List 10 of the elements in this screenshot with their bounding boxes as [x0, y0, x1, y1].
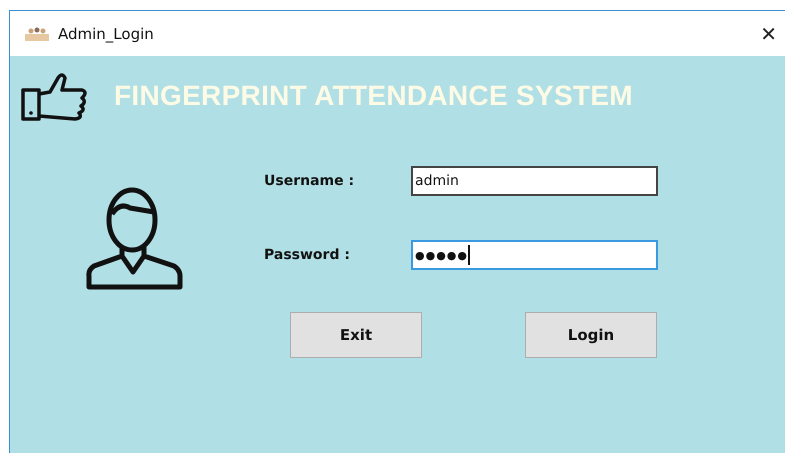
username-field[interactable]: admin: [411, 166, 658, 196]
close-button[interactable]: ✕: [752, 22, 785, 46]
field-label: Password :: [264, 247, 351, 263]
field-label: Username :: [264, 173, 356, 189]
window-title: Admin_Login: [58, 24, 154, 42]
app-title: FINGERPRINT ATTENDANCE SYSTEM: [114, 80, 633, 112]
password-field[interactable]: ●●●●●: [411, 240, 658, 270]
people-icon: [24, 26, 50, 42]
login-button[interactable]: Login: [525, 312, 657, 358]
exit-button[interactable]: Exit: [290, 312, 422, 358]
